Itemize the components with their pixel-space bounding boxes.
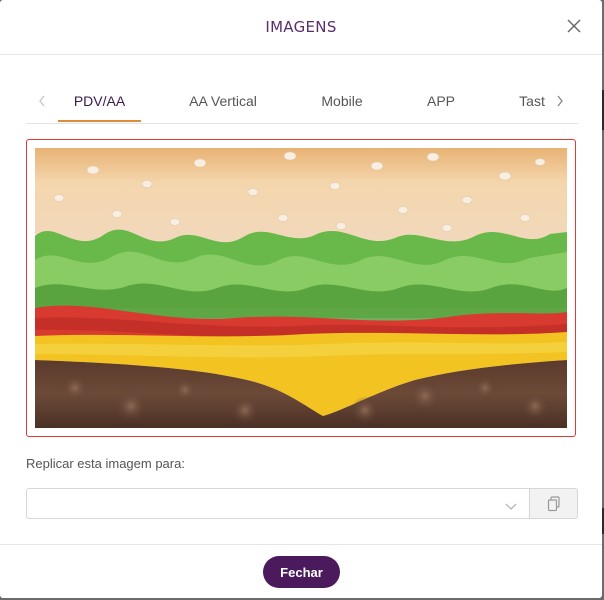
- close-icon[interactable]: [566, 18, 582, 34]
- tab-tast[interactable]: Tast: [514, 80, 550, 122]
- replicate-label: Replicar esta imagem para:: [26, 456, 185, 471]
- tab-mobile[interactable]: Mobile: [308, 80, 376, 122]
- images-modal: IMAGENS PDV/AA AA Vertical Mobile APP Ta…: [0, 0, 602, 598]
- image-preview-frame: [26, 139, 576, 437]
- tab-pdv-aa[interactable]: PDV/AA: [58, 80, 141, 122]
- copy-icon: [547, 496, 560, 512]
- modal-title: IMAGENS: [265, 18, 337, 36]
- close-button[interactable]: Fechar: [263, 556, 340, 588]
- modal-footer: Fechar: [0, 544, 602, 599]
- chevron-down-icon: [505, 499, 517, 510]
- burger-image[interactable]: [35, 148, 567, 428]
- image-format-tabs: PDV/AA AA Vertical Mobile APP Tast: [26, 80, 578, 124]
- replicate-target-select[interactable]: [26, 488, 530, 519]
- tab-app[interactable]: APP: [416, 80, 466, 122]
- chevron-right-icon[interactable]: [555, 94, 565, 108]
- modal-header: IMAGENS: [0, 0, 602, 55]
- chevron-left-icon[interactable]: [37, 94, 47, 108]
- tab-aa-vertical[interactable]: AA Vertical: [176, 80, 270, 122]
- copy-button[interactable]: [530, 488, 578, 519]
